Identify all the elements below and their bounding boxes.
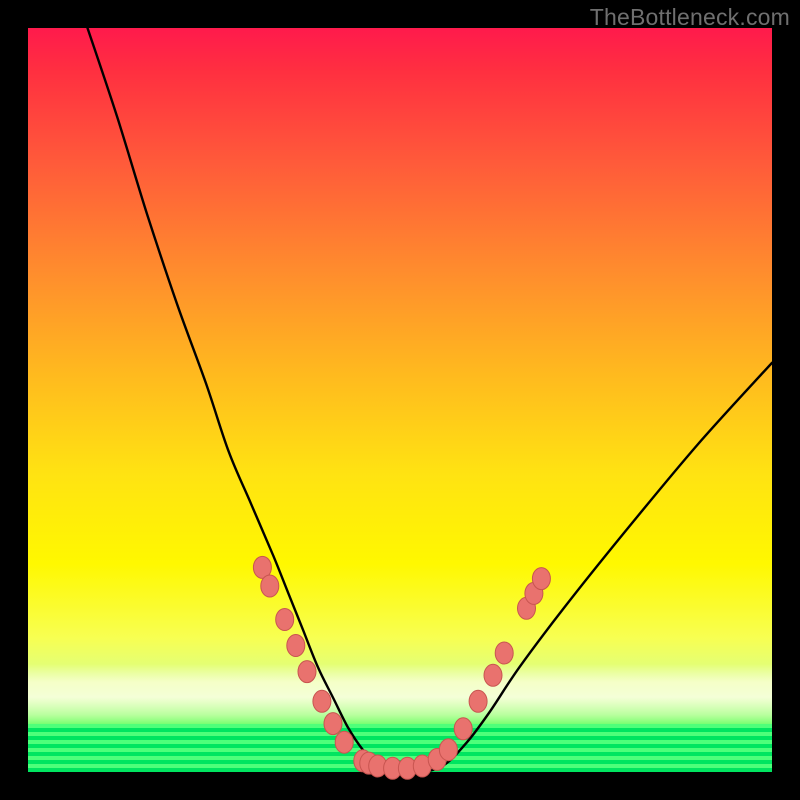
curve-marker [439,739,457,761]
curve-marker [261,575,279,597]
watermark-text: TheBottleneck.com [590,4,790,31]
curve-marker [287,635,305,657]
bottleneck-curve [88,28,773,773]
curve-marker [298,661,316,683]
curve-marker [532,568,550,590]
curve-marker [495,642,513,664]
plot-area [28,28,772,772]
curve-markers [253,556,550,779]
curve-marker [484,664,502,686]
chart-stage: TheBottleneck.com [0,0,800,800]
curve-marker [313,690,331,712]
curve-marker [469,690,487,712]
curve-marker [454,718,472,740]
curve-svg [28,28,772,772]
curve-marker [276,609,294,631]
curve-marker [324,713,342,735]
curve-marker [335,731,353,753]
